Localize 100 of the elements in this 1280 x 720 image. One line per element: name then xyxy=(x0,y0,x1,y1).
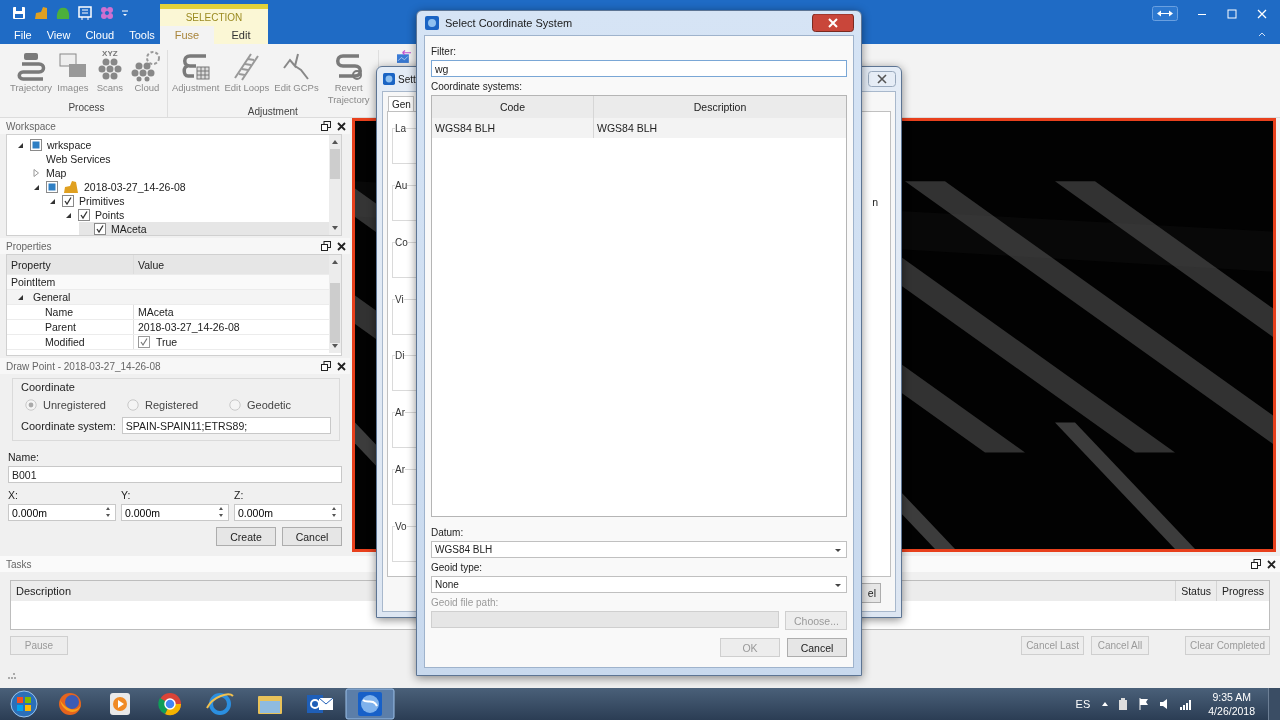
signal-icon[interactable] xyxy=(1179,697,1194,711)
frame-icon[interactable] xyxy=(77,5,93,21)
scrollbar[interactable] xyxy=(329,135,341,235)
input-field[interactable]: B001 xyxy=(8,466,342,483)
tree-item[interactable]: 2018-03-27_14-26-08 xyxy=(31,180,329,194)
spin-arrows-icon[interactable] xyxy=(330,505,338,519)
float-icon[interactable] xyxy=(321,241,331,251)
tab[interactable]: Gen xyxy=(388,96,414,111)
checkbox[interactable] xyxy=(138,336,150,348)
panel-title: Workspace xyxy=(6,120,57,132)
close-icon[interactable] xyxy=(337,361,346,371)
ribbon-tab[interactable]: Tools xyxy=(126,26,158,44)
car-path-icon xyxy=(14,50,47,82)
close-button[interactable] xyxy=(868,71,896,87)
group-title: Co xyxy=(395,236,408,248)
ribbon-tab[interactable]: File xyxy=(11,26,35,44)
checkbox[interactable] xyxy=(94,223,106,235)
field-label: X: xyxy=(8,489,19,501)
resize-icon[interactable] xyxy=(1152,6,1178,21)
field-label: Name: xyxy=(8,451,40,463)
close-button[interactable] xyxy=(812,14,854,32)
ribbon-tab[interactable]: Edit xyxy=(214,26,268,44)
maximize-icon[interactable] xyxy=(1226,7,1238,20)
field-label: Geoid type: xyxy=(431,562,484,573)
field-label: Coordinate systems: xyxy=(431,81,524,92)
group-title: Adjustment xyxy=(247,106,298,119)
group-title: Process xyxy=(68,102,105,115)
caret-icon[interactable] xyxy=(1101,700,1110,708)
context-group-title: SELECTION xyxy=(184,11,244,25)
property-name: Parent xyxy=(7,320,134,334)
checkbox[interactable] xyxy=(30,139,42,151)
clock-date[interactable]: 4/26/2018 xyxy=(1208,704,1255,718)
globe-icon[interactable] xyxy=(345,688,395,720)
checkbox[interactable] xyxy=(46,181,58,193)
spin-field[interactable]: 0.000m xyxy=(8,504,116,521)
clock-time[interactable]: 9:35 AM xyxy=(1208,690,1255,704)
property-value: True xyxy=(156,336,178,348)
tree-item[interactable]: Map xyxy=(31,166,329,180)
column-header: Description xyxy=(15,584,73,599)
table-row[interactable]: WGS84 BLH WGS84 BLH xyxy=(432,118,846,138)
field-label: Y: xyxy=(121,489,132,501)
button[interactable]: Cancel xyxy=(787,638,847,657)
spin-arrows-icon[interactable] xyxy=(104,505,112,519)
spin-field[interactable]: 0.000m xyxy=(121,504,229,521)
group-title: Di xyxy=(395,350,405,362)
group-label: General xyxy=(33,291,71,303)
radio-button[interactable]: Unregistered xyxy=(25,399,127,411)
language-indicator[interactable]: ES xyxy=(1075,698,1091,710)
property-name: Name xyxy=(7,305,134,319)
button[interactable]: Cancel xyxy=(282,527,342,546)
checkbox[interactable] xyxy=(78,209,90,221)
app-icon xyxy=(425,16,439,30)
dropdown[interactable]: None xyxy=(431,576,847,593)
label: n xyxy=(872,196,879,208)
category-label: PointItem xyxy=(11,276,56,288)
collapse-icon[interactable] xyxy=(1258,31,1266,37)
close-icon[interactable] xyxy=(1267,559,1276,569)
input-field[interactable]: SPAIN-SPAIN11;ETRS89; xyxy=(121,417,331,434)
table-cell: WGS84 BLH xyxy=(432,118,594,138)
float-icon[interactable] xyxy=(321,121,331,131)
tree-item[interactable]: wrkspace xyxy=(15,138,329,152)
dropdown[interactable]: WGS84 BLH xyxy=(431,541,847,558)
save-icon[interactable] xyxy=(11,5,27,21)
field-label: Filter: xyxy=(431,46,457,57)
filter-field[interactable]: wg xyxy=(431,60,847,77)
button[interactable]: Create xyxy=(216,527,276,546)
group-title: Ar xyxy=(395,407,405,419)
column-header: Progress xyxy=(1216,581,1269,601)
ribbon-button[interactable]: XYZ Scans xyxy=(93,50,126,94)
checkbox[interactable] xyxy=(62,195,74,207)
group-title: Vi xyxy=(395,293,404,305)
spin-arrows-icon[interactable] xyxy=(217,505,225,519)
scrollbar[interactable] xyxy=(329,255,341,353)
group-title: Ar xyxy=(395,464,405,476)
vehicle-icon xyxy=(63,180,79,194)
dots-gear-icon xyxy=(130,50,163,82)
ribbon-tab[interactable]: Cloud xyxy=(82,26,118,44)
property-value: 2018-03-27_14-26-08 xyxy=(137,320,241,334)
resize-grip-icon[interactable] xyxy=(8,672,16,680)
radio-button[interactable]: Geodetic xyxy=(229,399,331,411)
spin-field[interactable]: 0.000m xyxy=(234,504,342,521)
tree-item[interactable]: Web Services xyxy=(31,152,329,166)
tree-item[interactable]: MAceta xyxy=(79,222,329,235)
column-header: Value xyxy=(137,257,166,273)
float-icon[interactable] xyxy=(321,361,331,371)
group-title: Au xyxy=(395,179,408,191)
column-header: Property xyxy=(7,255,134,274)
close-icon[interactable] xyxy=(337,241,346,251)
field-label: Geoid file path: xyxy=(431,597,500,608)
tree-item[interactable]: Primitives xyxy=(47,194,329,208)
float-icon[interactable] xyxy=(1251,559,1261,569)
dialog-title: Select Coordinate System xyxy=(445,17,573,29)
ribbon-tab[interactable]: View xyxy=(43,26,74,44)
close-icon[interactable] xyxy=(337,121,346,131)
app-icon xyxy=(383,73,395,85)
table-cell-text: WGS84 BLH xyxy=(596,121,659,136)
tree-item[interactable]: Points xyxy=(63,208,329,222)
group-title: Vo xyxy=(395,520,407,532)
radio-button[interactable]: Registered xyxy=(127,399,229,411)
panel-title: Draw Point - 2018-03-27_14-26-08 xyxy=(6,360,162,372)
